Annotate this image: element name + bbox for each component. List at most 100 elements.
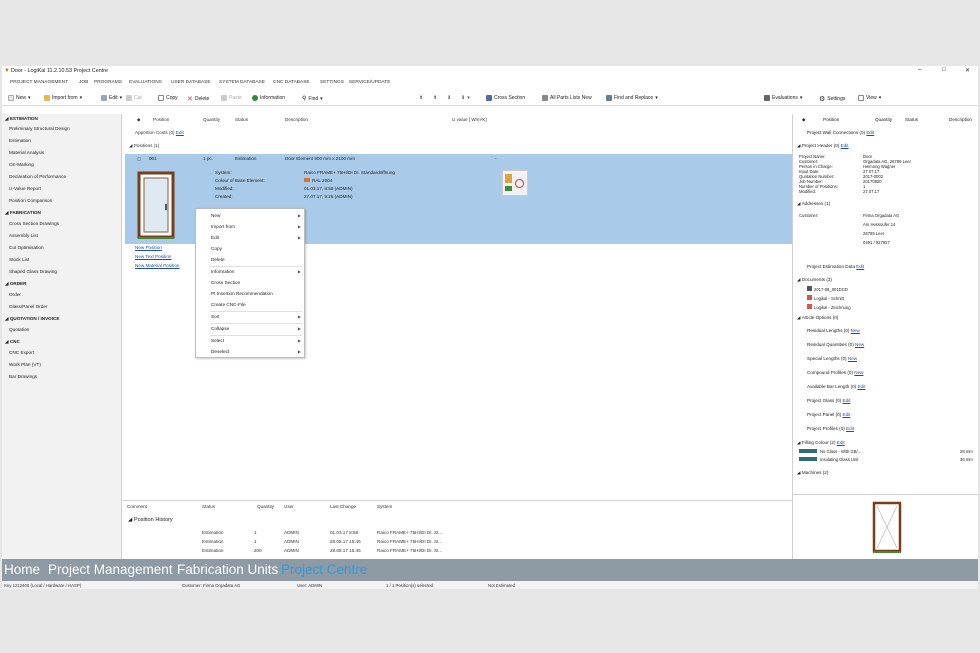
history-column-status[interactable]: Status: [202, 504, 215, 509]
history-column-last-change[interactable]: Last Change: [330, 504, 356, 509]
filling-colour-edit-link[interactable]: Edit: [837, 440, 845, 445]
positions-header[interactable]: ◢ Positions (1): [129, 143, 159, 149]
column-quantity[interactable]: Quantity: [203, 117, 220, 122]
documents-label[interactable]: ◢ Documents (3): [797, 277, 832, 283]
menu-item-create-cnc-file[interactable]: Create CNC-File: [211, 302, 246, 307]
move-top-button[interactable]: ⬆: [433, 95, 437, 101]
menu-item-new[interactable]: New: [211, 213, 220, 218]
document-item[interactable]: 2017-08_001DCD: [807, 286, 848, 292]
document-item[interactable]: Logikal - Schnitt: [807, 295, 844, 301]
cross-section-button[interactable]: Cross Section: [486, 95, 525, 101]
cut-button[interactable]: Cut: [126, 95, 142, 101]
history-column-system[interactable]: System: [377, 504, 392, 509]
menu-item-edit[interactable]: Edit: [211, 235, 219, 240]
column-position[interactable]: Position: [153, 117, 169, 122]
menu-service-update[interactable]: SERVICE/UPDATE: [349, 80, 390, 85]
sidebar-item-preliminary-structural-design[interactable]: Preliminary Structural Design: [9, 126, 70, 131]
menu-item-collapse[interactable]: Collapse: [211, 326, 229, 331]
project-header-label[interactable]: ◢ Project Header (0) Edit: [797, 143, 849, 149]
sidebar-item-material-analysis[interactable]: Material Analysis: [9, 150, 44, 155]
new-position-link[interactable]: New Position: [135, 245, 162, 250]
move-up-button[interactable]: ⬆: [419, 95, 423, 101]
sidebar-item-cnc-export[interactable]: CNC Export: [9, 350, 34, 355]
machines-label[interactable]: ◢ Machines (2): [797, 470, 828, 476]
history-column-quantity[interactable]: Quantity: [257, 504, 274, 509]
sidebar-item-order[interactable]: Order: [9, 292, 21, 297]
all-parts-lists-new-button[interactable]: All Parts Lists New: [542, 95, 592, 101]
tab-project-management[interactable]: Project Management: [48, 562, 173, 577]
tab-home[interactable]: Home: [4, 562, 40, 577]
view-button[interactable]: View ▾: [858, 95, 881, 101]
column-description[interactable]: Description: [285, 117, 308, 122]
edit-button[interactable]: Edit ▾: [101, 95, 122, 101]
maximize-button[interactable]: □: [942, 67, 946, 73]
close-button[interactable]: ✕: [965, 67, 970, 74]
project-header-edit-link[interactable]: Edit: [841, 143, 849, 148]
menu-project-management[interactable]: PROJECT MANAGEMENT: [10, 80, 68, 85]
sidebar-item-glass-panel-order[interactable]: Glass/Panel Order: [9, 304, 48, 309]
paste-button[interactable]: Paste: [221, 95, 242, 101]
minimize-button[interactable]: –: [918, 67, 921, 73]
addresses-label[interactable]: ◢ Addresses (1): [797, 201, 830, 207]
wall-connections-edit-link[interactable]: Edit: [866, 130, 874, 135]
tab-fabrication-units[interactable]: Fabrication Units: [177, 562, 278, 577]
sidebar-item-bar-drawings[interactable]: Bar Drawings: [9, 374, 37, 379]
menu-evaluations[interactable]: EVALUATIONS: [129, 80, 162, 85]
copy-button[interactable]: Copy: [158, 95, 178, 101]
sidebar-item-ce-marking[interactable]: CE-Marking: [9, 162, 34, 167]
menu-item-sort[interactable]: Sort: [211, 314, 220, 319]
sidebar-item-estimation[interactable]: Estimation: [9, 138, 31, 143]
sidebar-item-position-comparison[interactable]: Position Comparison: [9, 198, 52, 203]
import-from-button[interactable]: Import from ▾: [44, 95, 82, 101]
new-text-position-link[interactable]: New Text Position: [135, 254, 171, 259]
sidebar-item-cross-section-drawings[interactable]: Cross Section Drawings: [9, 221, 59, 226]
option-link[interactable]: Edit: [846, 426, 854, 431]
settings-button[interactable]: ⚙ Settings: [819, 95, 845, 103]
estimation-data-edit-link[interactable]: Edit: [856, 264, 864, 269]
article-options-label[interactable]: ◢ Article Options (0): [797, 315, 838, 321]
right-column-quantity[interactable]: Quantity: [875, 117, 892, 122]
sidebar-section-fabrication[interactable]: ◢ FABRICATION: [5, 210, 41, 216]
new-button[interactable]: New ▾: [8, 95, 31, 101]
right-column-description[interactable]: Description: [949, 117, 972, 122]
menu-system-database[interactable]: SYSTEM DATABASE: [219, 80, 265, 85]
menu-cnc-database[interactable]: CNC DATABASE: [273, 80, 310, 85]
sidebar-item-assembly-list[interactable]: Assembly List: [9, 233, 38, 238]
menu-item-cross-section[interactable]: Cross Section: [211, 280, 240, 285]
option-link[interactable]: New: [855, 342, 864, 347]
option-link[interactable]: New: [848, 356, 857, 361]
sidebar-section-order[interactable]: ◢ ORDER: [5, 281, 26, 287]
document-item[interactable]: Logikal - Zeichnung: [807, 304, 851, 310]
find-button[interactable]: ⚲ Find ▾: [302, 95, 323, 103]
option-link[interactable]: Edit: [843, 398, 851, 403]
menu-item-delete[interactable]: Delete: [211, 257, 225, 262]
information-button[interactable]: Information: [252, 95, 285, 101]
delete-button[interactable]: ✕ Delete: [187, 95, 209, 103]
sidebar-item-declaration-of-performance[interactable]: Declaration of Performance: [9, 174, 66, 179]
menu-settings[interactable]: SETTINGS: [320, 80, 344, 85]
find-and-replace-button[interactable]: Find and Replace ▾: [606, 95, 658, 101]
option-link[interactable]: New: [851, 328, 860, 333]
sidebar-item-shaped-glass-drawing[interactable]: Shaped Glass Drawing: [9, 269, 57, 274]
history-column-user[interactable]: User: [284, 504, 294, 509]
apportion-costs-edit-link[interactable]: Edit: [176, 130, 184, 135]
sidebar-section-quotation-invoice[interactable]: ◢ QUOTATION / INVOICE: [5, 316, 59, 322]
option-link[interactable]: Edit: [857, 384, 865, 389]
right-column-status[interactable]: Status: [905, 117, 918, 122]
sidebar-section-cnc[interactable]: ◢ CNC: [5, 339, 20, 345]
menu-item-select[interactable]: Select: [211, 338, 224, 343]
move-down-button[interactable]: ⬇: [447, 95, 451, 101]
sidebar-item-work-plan[interactable]: Work Plan (VT): [9, 362, 41, 367]
sidebar-item-cut-optimisation[interactable]: Cut Optimisation: [9, 245, 44, 250]
menu-item-deselect[interactable]: Deselect: [211, 349, 229, 354]
history-column-comment[interactable]: Comment: [127, 504, 147, 509]
right-column-position[interactable]: Position: [823, 117, 839, 122]
sidebar-item-quotation[interactable]: Quotation: [9, 327, 29, 332]
evaluations-button[interactable]: Evaluations ▾: [764, 95, 802, 101]
menu-item-insertion-recommendation[interactable]: Pt Insertion Recommendation: [211, 291, 273, 296]
menu-user-database[interactable]: USER DATABASE: [171, 80, 211, 85]
column-u-value[interactable]: U value [ W/m²K]: [452, 117, 487, 122]
menu-item-information[interactable]: Information: [211, 269, 234, 274]
expand-icon[interactable]: ◆: [802, 117, 806, 123]
new-material-position-link[interactable]: New Material Position: [135, 263, 179, 268]
